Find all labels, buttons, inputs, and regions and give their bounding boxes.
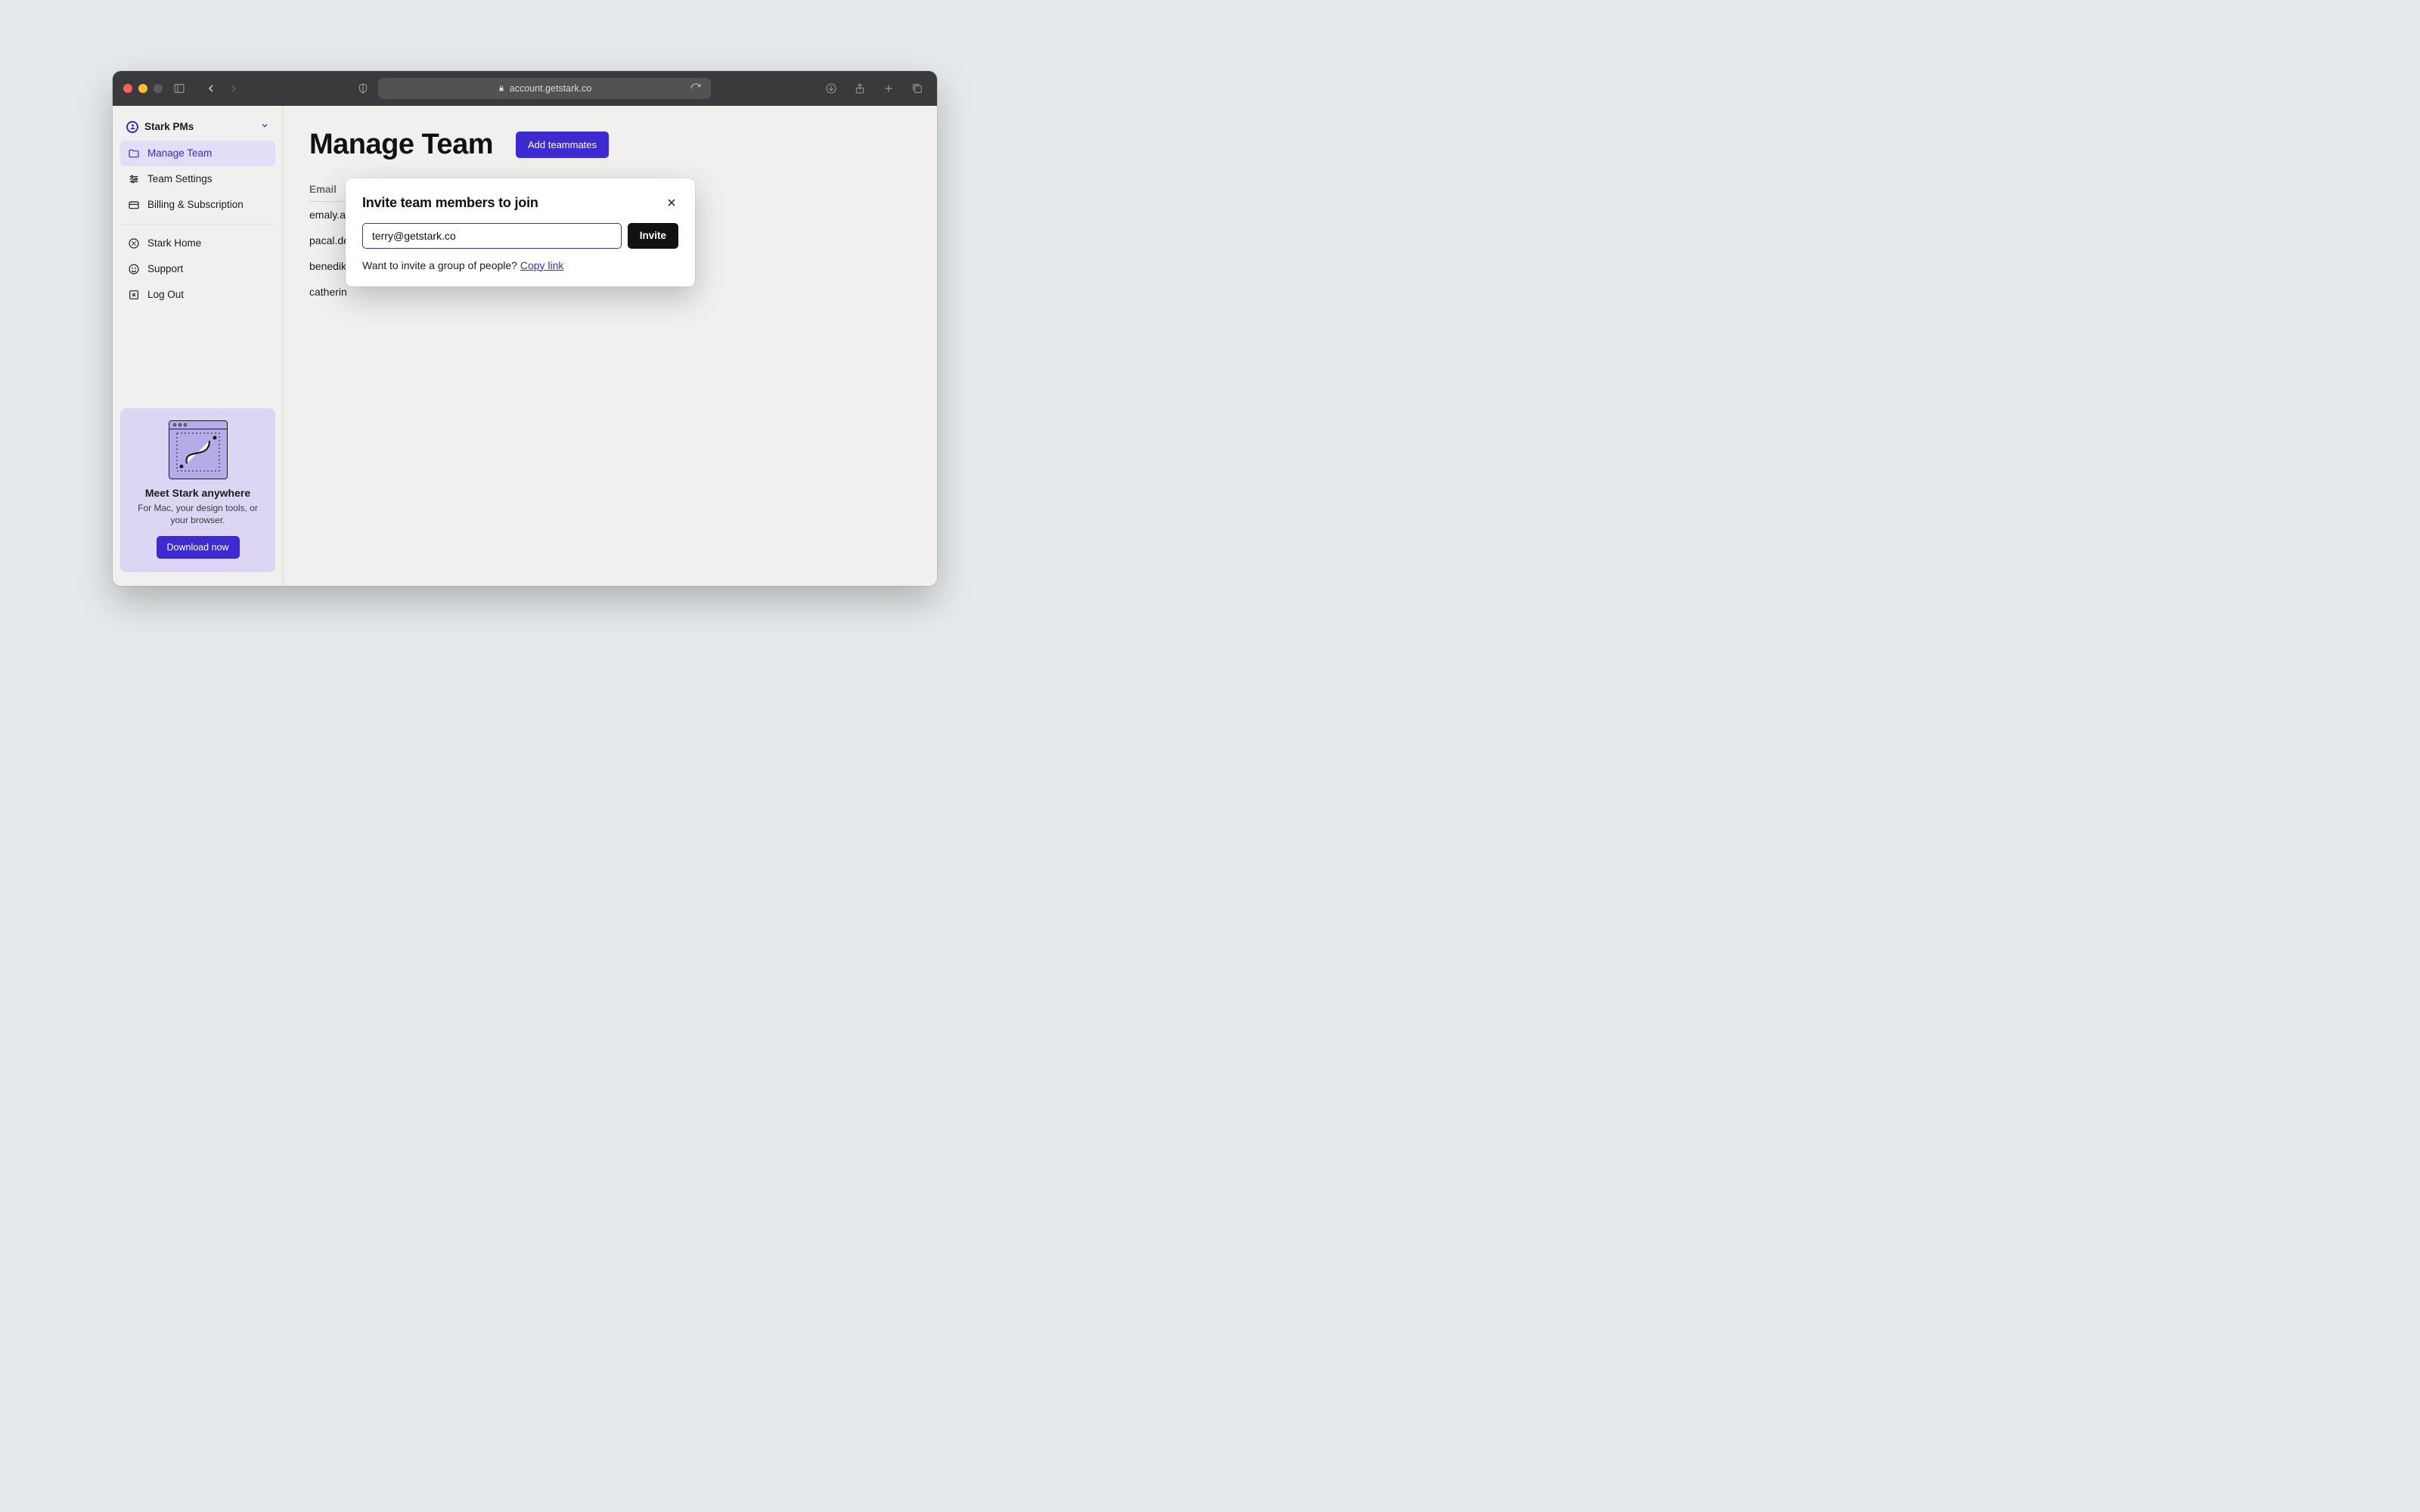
sidebar-toggle-icon[interactable] [170, 79, 188, 98]
close-icon[interactable] [665, 196, 678, 209]
promo-subtitle: For Mac, your design tools, or your brow… [131, 502, 265, 526]
promo-card: Meet Stark anywhere For Mac, your design… [120, 408, 275, 572]
app-body: Stark PMs Manage Team Team Settings [113, 106, 937, 586]
page-header: Manage Team Add teammates [309, 129, 911, 161]
cell-email: pacal.de [309, 234, 349, 246]
sidebar-item-support[interactable]: Support [120, 256, 275, 282]
add-teammates-button[interactable]: Add teammates [516, 132, 609, 158]
modal-title: Invite team members to join [362, 195, 538, 211]
reload-icon[interactable] [687, 79, 705, 98]
sidebar-item-stark-home[interactable]: Stark Home [120, 231, 275, 256]
cell-email: emaly.al [309, 209, 348, 221]
stark-icon [128, 237, 140, 249]
lock-icon [498, 85, 505, 92]
folder-icon [128, 147, 140, 160]
fullscreen-window-icon[interactable] [154, 84, 163, 93]
sidebar-item-team-settings[interactable]: Team Settings [120, 166, 275, 192]
sidebar-item-label: Team Settings [147, 173, 213, 184]
close-window-icon[interactable] [123, 84, 132, 93]
copy-link[interactable]: Copy link [520, 259, 564, 271]
team-avatar-icon [126, 121, 138, 133]
promo-title: Meet Stark anywhere [131, 487, 265, 499]
invite-hint: Want to invite a group of people? Copy l… [362, 259, 678, 271]
window-controls [123, 84, 163, 93]
sidebar-item-label: Log Out [147, 289, 184, 300]
sliders-icon [128, 173, 140, 185]
smile-icon [128, 263, 140, 275]
shield-icon[interactable] [354, 79, 372, 98]
downloads-icon[interactable] [822, 79, 840, 98]
sidebar: Stark PMs Manage Team Team Settings [113, 106, 284, 586]
tab-overview-icon[interactable] [908, 79, 926, 98]
url-text: account.getstark.co [510, 83, 591, 94]
invite-modal: Invite team members to join Invite Want … [346, 178, 695, 287]
nav-buttons [202, 79, 243, 98]
forward-icon[interactable] [225, 79, 243, 98]
browser-window: account.getstark.co [113, 71, 937, 586]
team-name: Stark PMs [144, 121, 194, 132]
sidebar-item-label: Billing & Subscription [147, 199, 244, 210]
sidebar-item-label: Support [147, 263, 183, 274]
chevron-down-icon [260, 121, 269, 132]
download-button[interactable]: Download now [157, 536, 240, 559]
address-bar[interactable]: account.getstark.co [378, 78, 711, 99]
promo-illustration [169, 420, 228, 479]
sidebar-item-manage-team[interactable]: Manage Team [120, 141, 275, 166]
sidebar-item-label: Manage Team [147, 147, 212, 159]
sidebar-item-label: Stark Home [147, 237, 201, 249]
sidebar-item-logout[interactable]: Log Out [120, 282, 275, 308]
minimize-window-icon[interactable] [138, 84, 147, 93]
cell-email: benedik [309, 260, 346, 272]
sidebar-divider [122, 224, 274, 225]
cell-email: catherin [309, 286, 347, 298]
main-content: Manage Team Add teammates Email Role ema… [284, 106, 937, 586]
hint-text: Want to invite a group of people? [362, 259, 520, 271]
sidebar-item-billing[interactable]: Billing & Subscription [120, 192, 275, 218]
titlebar: account.getstark.co [113, 71, 937, 106]
page-title: Manage Team [309, 129, 493, 161]
invite-email-input[interactable] [362, 223, 622, 249]
logout-icon [128, 289, 140, 301]
share-icon[interactable] [851, 79, 869, 98]
new-tab-icon[interactable] [880, 79, 898, 98]
back-icon[interactable] [202, 79, 220, 98]
team-switcher[interactable]: Stark PMs [120, 113, 275, 141]
invite-button[interactable]: Invite [628, 223, 678, 249]
credit-card-icon [128, 199, 140, 211]
